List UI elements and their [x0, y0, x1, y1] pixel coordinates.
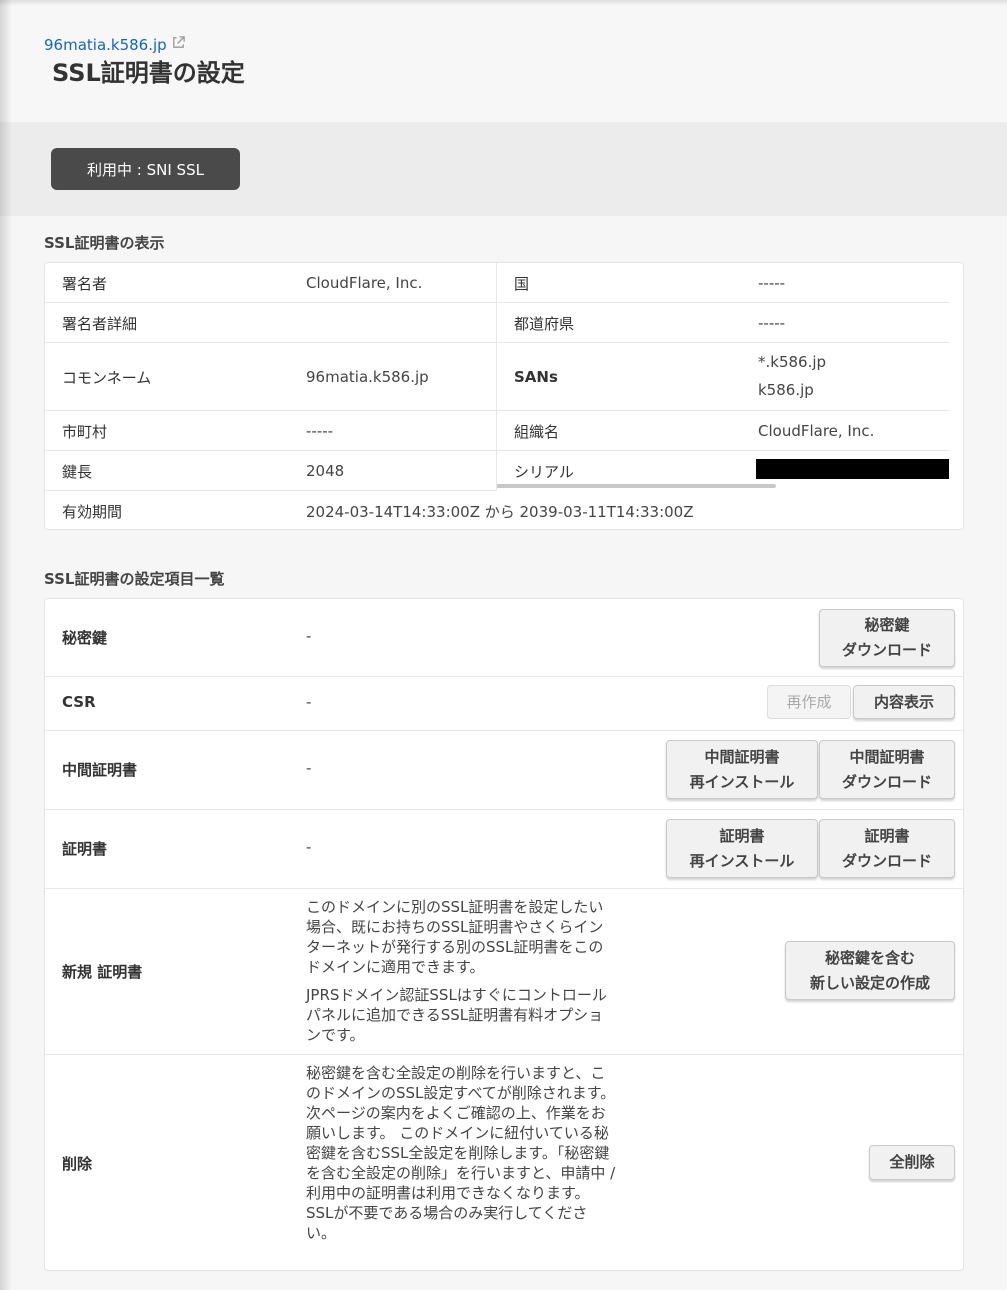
private-key-download-button[interactable]: 秘密鍵 ダウンロード [819, 609, 955, 667]
table-row: 署名者詳細 都道府県 ----- [45, 303, 963, 343]
table-row: コモンネーム 96matia.k586.jp SANs *.k586.jp k5… [45, 343, 963, 411]
page-header: 96matia.k586.jp SSL証明書の設定 [0, 0, 1007, 122]
certificate-value: - [306, 838, 312, 856]
table-row: 削除 秘密鍵を含む全設定の削除を行いますと、このドメインのSSL設定すべてが削除… [45, 1055, 963, 1271]
cert-section-title: SSL証明書の表示 [44, 234, 165, 252]
csr-view-button[interactable]: 内容表示 [853, 685, 955, 719]
external-link-icon [172, 35, 185, 48]
delete-description: 秘密鍵を含む全設定の削除を行いますと、このドメインのSSL設定すべてが削除されま… [306, 1064, 616, 1242]
country-label: 国 [514, 274, 530, 293]
city-label: 市町村 [62, 422, 108, 441]
certificate-label: 証明書 [62, 840, 108, 858]
new-certificate-description-2: JPRSドメイン認証SSLはすぐにコントロールパネルに追加できるSSL証明書有料… [306, 986, 607, 1044]
table-row: 鍵長 2048 シリアル [45, 451, 963, 491]
key-length-label: 鍵長 [62, 462, 93, 481]
key-length-value: 2048 [306, 462, 345, 480]
button-label: 全削除 [889, 1153, 935, 1171]
domain-link-text[interactable]: 96matia.k586.jp [44, 36, 167, 54]
intermediate-cert-label: 中間証明書 [62, 761, 138, 779]
button-label-line2: ダウンロード [841, 772, 932, 791]
private-key-value: - [306, 627, 312, 645]
table-row: 新規 証明書 このドメインに別のSSL証明書を設定したい場合、既にお持ちのSSL… [45, 889, 963, 1055]
button-label-line1: 中間証明書 [704, 747, 780, 766]
table-row: 証明書 - 証明書 再インストール 証明書 ダウンロード [45, 810, 963, 889]
prefecture-label: 都道府県 [514, 314, 575, 333]
divider [45, 450, 949, 451]
button-label-line2: 新しい設定の作成 [809, 973, 930, 992]
org-label: 組織名 [514, 422, 560, 441]
divider [496, 263, 497, 491]
page-title: SSL証明書の設定 [52, 59, 245, 87]
city-value: ----- [306, 422, 334, 440]
table-row: 秘密鍵 - 秘密鍵 ダウンロード [45, 599, 963, 677]
create-new-config-button[interactable]: 秘密鍵を含む 新しい設定の作成 [785, 941, 955, 1000]
divider [45, 410, 949, 411]
sans-value-2: k586.jp [758, 381, 814, 399]
certificate-reinstall-button[interactable]: 証明書 再インストール [666, 819, 818, 878]
button-label-line1: 中間証明書 [849, 747, 925, 766]
delete-all-button[interactable]: 全削除 [869, 1145, 955, 1180]
divider [45, 490, 497, 491]
intermediate-cert-download-button[interactable]: 中間証明書 ダウンロード [819, 740, 955, 799]
csr-regenerate-button[interactable]: 再作成 [767, 685, 851, 719]
common-name-value: 96matia.k586.jp [306, 368, 429, 386]
common-name-label: コモンネーム [62, 368, 152, 387]
serial-redacted-value [756, 459, 949, 479]
button-label-line1: 秘密鍵 [864, 616, 910, 634]
settings-section-title: SSL証明書の設定項目一覧 [44, 570, 225, 588]
delete-label: 削除 [62, 1155, 93, 1173]
csr-value: - [306, 693, 312, 711]
table-row: 中間証明書 - 中間証明書 再インストール 中間証明書 ダウンロード [45, 731, 963, 810]
button-label-line2: ダウンロード [841, 851, 932, 870]
button-label-line2: 再インストール [689, 851, 795, 870]
button-label-line2: ダウンロード [841, 641, 932, 659]
intermediate-cert-reinstall-button[interactable]: 中間証明書 再インストール [666, 740, 818, 799]
new-certificate-label: 新規 証明書 [62, 963, 143, 981]
csr-label: CSR [62, 693, 96, 711]
issuer-value: CloudFlare, Inc. [306, 274, 423, 292]
table-row: CSR - 再作成 内容表示 [45, 677, 963, 731]
table-row: 市町村 ----- 組織名 CloudFlare, Inc. [45, 411, 963, 451]
private-key-label: 秘密鍵 [62, 629, 108, 647]
cert-info-table: 署名者 CloudFlare, Inc. 国 ----- 署名者詳細 都道府県 … [44, 262, 964, 530]
status-badge: 利用中 : SNI SSL [51, 148, 240, 190]
validity-label: 有効期間 [62, 502, 123, 521]
issuer-detail-label: 署名者詳細 [62, 314, 138, 333]
table-row: 有効期間 2024-03-14T14:33:00Z から 2039-03-11T… [45, 491, 963, 531]
button-label-line1: 秘密鍵を含む [824, 948, 915, 967]
sans-label: SANs [514, 368, 558, 386]
button-label-line1: 証明書 [864, 826, 910, 845]
settings-table: 秘密鍵 - 秘密鍵 ダウンロード CSR - 再作成 内容表示 中間証明書 - … [44, 598, 964, 1271]
prefecture-value: ----- [758, 314, 786, 332]
divider [45, 302, 949, 303]
button-label-line1: 証明書 [719, 826, 765, 845]
domain-link[interactable]: 96matia.k586.jp [44, 35, 186, 54]
org-value: CloudFlare, Inc. [758, 422, 875, 440]
intermediate-cert-value: - [306, 759, 312, 777]
validity-value: 2024-03-14T14:33:00Z から 2039-03-11T14:33… [306, 502, 694, 521]
serial-scrollbar[interactable] [496, 484, 776, 488]
new-certificate-description-1: このドメインに別のSSL証明書を設定したい場合、既にお持ちのSSL証明書やさくら… [306, 898, 604, 976]
button-label: 内容表示 [873, 692, 934, 711]
sans-value-1: *.k586.jp [758, 353, 827, 371]
divider [45, 342, 949, 343]
country-value: ----- [758, 274, 786, 292]
button-label-line2: 再インストール [689, 772, 795, 791]
button-label: 再作成 [786, 692, 832, 711]
issuer-label: 署名者 [62, 274, 108, 293]
table-row: 署名者 CloudFlare, Inc. 国 ----- [45, 263, 963, 303]
certificate-download-button[interactable]: 証明書 ダウンロード [819, 819, 955, 878]
